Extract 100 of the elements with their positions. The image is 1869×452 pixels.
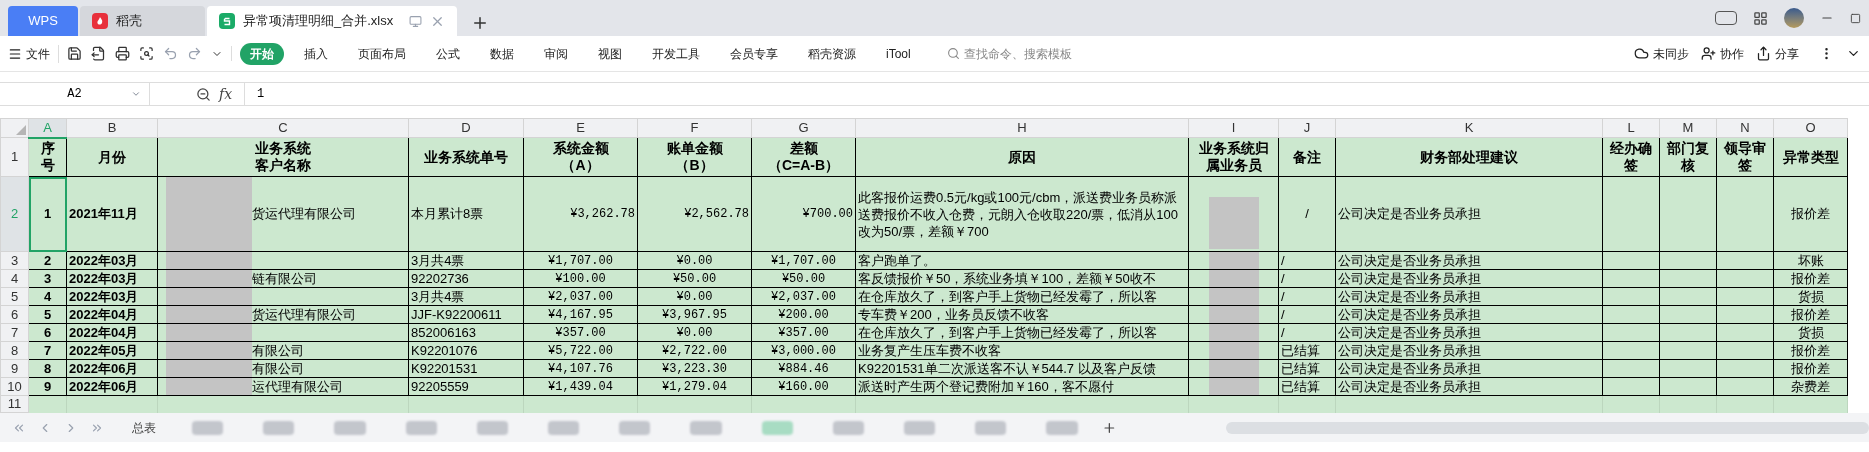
blurred-sheet-tab[interactable] bbox=[832, 420, 865, 435]
table-cell: ¥357.00 bbox=[523, 323, 638, 342]
column-header[interactable]: L bbox=[1602, 118, 1660, 138]
column-title: 序 bbox=[40, 140, 55, 157]
ribbon-tab[interactable]: 数据 bbox=[480, 42, 524, 65]
formula-input[interactable]: 1 bbox=[244, 83, 1869, 105]
column-title: 客户名称 bbox=[255, 157, 311, 173]
function-label[interactable]: fx bbox=[219, 83, 233, 105]
table-cell: 已结算 bbox=[1278, 377, 1336, 396]
ribbon-tab[interactable]: iTool bbox=[876, 42, 921, 65]
column-title: 业务系统归 bbox=[1198, 140, 1269, 156]
column-header[interactable]: N bbox=[1716, 118, 1774, 138]
column-header[interactable]: O bbox=[1773, 118, 1848, 138]
table-cell: 5 bbox=[28, 305, 67, 324]
table-cell: JJF-K92200611 bbox=[408, 305, 524, 324]
table-cell: 业务复产生压车费不收客 bbox=[855, 341, 1189, 360]
table-cell: 客户跑单了。 bbox=[855, 251, 1189, 270]
column-header[interactable]: M bbox=[1659, 118, 1717, 138]
save-icon[interactable] bbox=[67, 46, 82, 61]
name-box[interactable]: A2 bbox=[0, 83, 150, 105]
table-cell: 报价差 bbox=[1773, 341, 1848, 360]
row-header[interactable]: 1 bbox=[0, 137, 29, 177]
blurred-sheet-tab[interactable] bbox=[334, 420, 366, 435]
ribbon-tab[interactable]: 会员专享 bbox=[720, 42, 788, 65]
blurred-sheet-tab[interactable] bbox=[761, 420, 793, 435]
table-cell: ¥200.00 bbox=[751, 305, 856, 324]
ribbon-tab[interactable]: 稻壳资源 bbox=[798, 42, 866, 65]
new-tab-icon[interactable] bbox=[471, 14, 489, 32]
ribbon-tab[interactable]: 开发工具 bbox=[642, 42, 710, 65]
table-cell: 2022年06月 bbox=[66, 377, 158, 396]
column-header[interactable]: G bbox=[751, 118, 856, 138]
table-cell: 公司决定是否业务员承担 bbox=[1335, 341, 1603, 360]
blurred-sheet-tab[interactable] bbox=[690, 420, 722, 435]
toolbar-action-button[interactable]: 分享 bbox=[1756, 44, 1799, 63]
window-layout-icon[interactable] bbox=[1715, 11, 1737, 25]
table-cell: / bbox=[1278, 305, 1336, 324]
column-header[interactable]: D bbox=[408, 118, 524, 138]
document-tab[interactable]: 异常项清理明细_合并.xlsx bbox=[207, 6, 457, 36]
redaction-block bbox=[1208, 342, 1259, 359]
document-tab[interactable]: 稻壳 bbox=[80, 6, 205, 36]
column-header[interactable]: C bbox=[157, 118, 409, 138]
maximize-icon[interactable] bbox=[1850, 12, 1861, 24]
table-cell: 3月共4票 bbox=[408, 251, 524, 270]
ribbon-tab[interactable]: 插入 bbox=[294, 42, 338, 65]
zoom-out-icon[interactable] bbox=[196, 86, 211, 102]
command-search-field[interactable]: 查找命令、搜索模板 bbox=[946, 44, 1072, 63]
column-title: 属业务员 bbox=[1205, 157, 1262, 173]
ribbon-tab[interactable]: 视图 bbox=[588, 42, 632, 65]
blurred-sheet-tab[interactable] bbox=[192, 420, 224, 435]
file-menu-button[interactable]: 文件 bbox=[8, 44, 59, 63]
undo-icon[interactable] bbox=[163, 46, 178, 61]
toolbar-action-button[interactable]: 协作 bbox=[1701, 44, 1744, 63]
blurred-sheet-tab[interactable] bbox=[619, 420, 651, 435]
blurred-sheet-tab[interactable] bbox=[548, 420, 580, 435]
column-title: 签 bbox=[1624, 157, 1638, 173]
print-icon[interactable] bbox=[115, 46, 130, 61]
column-header[interactable]: K bbox=[1335, 118, 1603, 138]
column-title: 业务系统单号 bbox=[424, 148, 508, 165]
column-header[interactable]: H bbox=[855, 118, 1189, 138]
table-cell: K92201531 bbox=[408, 359, 524, 378]
ribbon-tab[interactable]: 页面布局 bbox=[348, 42, 416, 65]
table-cell: ¥3,223.30 bbox=[637, 359, 752, 378]
dropdown-icon[interactable] bbox=[131, 89, 141, 99]
select-all-corner[interactable] bbox=[0, 118, 29, 138]
table-cell: ¥357.00 bbox=[751, 323, 856, 342]
column-header[interactable]: F bbox=[637, 118, 752, 138]
toolbar-action-button[interactable]: 未同步 bbox=[1634, 44, 1689, 63]
column-header[interactable]: B bbox=[66, 118, 158, 138]
table-cell: ¥1,279.04 bbox=[637, 377, 752, 396]
avatar-icon[interactable] bbox=[1784, 8, 1804, 28]
blurred-sheet-tab[interactable] bbox=[904, 420, 936, 435]
blurred-sheet-tab[interactable] bbox=[405, 420, 437, 435]
table-cell: ¥0.00 bbox=[637, 287, 752, 306]
redo-icon[interactable] bbox=[187, 46, 202, 61]
column-title: 部门复 bbox=[1667, 140, 1709, 156]
app-tab[interactable]: WPS bbox=[8, 6, 78, 36]
column-header[interactable]: E bbox=[523, 118, 638, 138]
table-cell: ¥2,037.00 bbox=[751, 287, 856, 306]
ribbon-tab[interactable]: 审阅 bbox=[534, 42, 578, 65]
table-cell: 92202736 bbox=[408, 269, 524, 288]
apps-grid-icon[interactable] bbox=[1753, 10, 1768, 26]
print-preview-icon[interactable] bbox=[139, 46, 154, 61]
blurred-sheet-tab[interactable] bbox=[263, 420, 295, 435]
export-icon[interactable] bbox=[91, 46, 106, 61]
table-cell: ¥5,722.00 bbox=[523, 341, 638, 360]
blurred-sheet-tab[interactable] bbox=[476, 420, 508, 435]
table-cell: 92205559 bbox=[408, 377, 524, 396]
table-cell: ¥2,722.00 bbox=[637, 341, 752, 360]
column-title: 业务系统 bbox=[255, 140, 311, 156]
column-header[interactable]: I bbox=[1188, 118, 1279, 138]
table-cell: 运代理有限公司 bbox=[252, 378, 343, 395]
blurred-sheet-tab[interactable] bbox=[975, 420, 1007, 435]
sheet-tab[interactable]: 总表 bbox=[116, 413, 172, 442]
screen-icon[interactable] bbox=[409, 14, 422, 28]
column-header[interactable]: J bbox=[1278, 118, 1336, 138]
table-cell: ¥1,707.00 bbox=[523, 251, 638, 270]
table-cell: 在仓库放久了，到客户手上货物已经发霉了，所以客 bbox=[855, 287, 1189, 306]
table-cell: 852006163 bbox=[408, 323, 524, 342]
ribbon-tab[interactable]: 公式 bbox=[426, 42, 470, 65]
blurred-sheet-tab[interactable] bbox=[1046, 420, 1078, 435]
